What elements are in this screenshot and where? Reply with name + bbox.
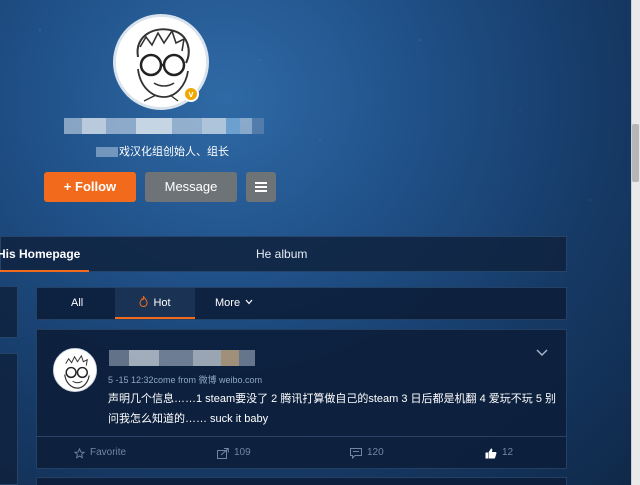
- scrollbar-thumb[interactable]: [632, 124, 639, 182]
- post-divider: [37, 436, 566, 437]
- hamburger-menu-icon: [255, 182, 267, 192]
- message-label: Message: [164, 179, 218, 194]
- post-timestamp-source: 5 -15 12:32come from 微博 weibo.com: [108, 375, 263, 385]
- page-scrollbar[interactable]: [631, 0, 640, 485]
- tab-album[interactable]: He album: [256, 237, 307, 271]
- flame-icon: [139, 296, 151, 309]
- post-options-chevron-icon[interactable]: [536, 344, 548, 356]
- comment-button[interactable]: 120: [350, 444, 384, 462]
- follow-button[interactable]: + Follow: [44, 172, 136, 202]
- next-post-card: [36, 477, 567, 485]
- feed-post: 5 -15 12:32come from 微博 weibo.com 声明几个信息…: [36, 329, 567, 469]
- favorite-button[interactable]: Favorite: [74, 444, 126, 462]
- filter-all[interactable]: All: [71, 288, 83, 319]
- filter-hot-label: Hot: [153, 297, 171, 309]
- filter-more[interactable]: More: [215, 288, 253, 319]
- chevron-down-icon: [245, 299, 253, 305]
- more-menu-button[interactable]: [246, 172, 276, 202]
- verification-text: 戏汉化组创始人、组长: [96, 144, 246, 160]
- side-card: [0, 286, 18, 338]
- like-button[interactable]: 12: [485, 444, 513, 462]
- share-icon: [217, 447, 229, 459]
- forward-count: 109: [234, 447, 251, 458]
- filter-more-label: More: [215, 297, 241, 309]
- star-icon: [74, 447, 85, 459]
- side-card: [0, 353, 18, 485]
- comment-icon: [350, 447, 362, 459]
- plus-icon: +: [63, 179, 72, 194]
- profile-name-redacted: [64, 118, 264, 134]
- forward-button[interactable]: 109: [217, 444, 251, 462]
- thumbs-up-icon: [485, 448, 497, 458]
- post-author-avatar[interactable]: [53, 348, 97, 392]
- message-button[interactable]: Message: [145, 172, 237, 202]
- verified-badge-icon: v: [183, 86, 199, 102]
- feed-filter-bar: All Hot More: [36, 287, 567, 320]
- tab-homepage[interactable]: His Homepage: [0, 237, 89, 272]
- filter-hot[interactable]: Hot: [115, 288, 195, 319]
- post-content: 声明几个信息……1 steam要没了 2 腾讯打算做自己的steam 3 日后都…: [108, 393, 557, 425]
- like-count: 12: [502, 447, 514, 458]
- verification-redacted: [96, 147, 118, 158]
- profile-tab-bar: His Homepage He album: [0, 236, 567, 272]
- favorite-label: Favorite: [90, 447, 127, 458]
- cartoon-avatar-image: [54, 349, 96, 391]
- follow-label: Follow: [75, 179, 117, 194]
- verification-label: 戏汉化组创始人、组长: [119, 146, 229, 158]
- post-author-name-redacted: [109, 350, 255, 366]
- comment-count: 120: [367, 447, 384, 458]
